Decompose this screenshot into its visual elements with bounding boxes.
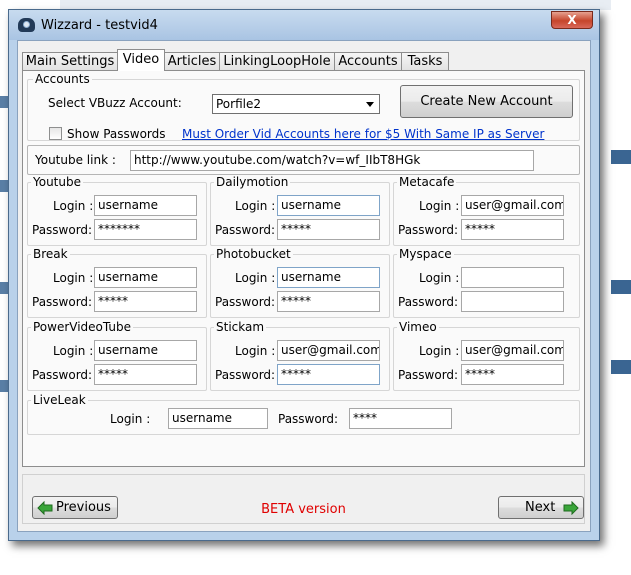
client-area: Main Settings Video Articles LinkingLoop… [17, 40, 591, 532]
login-label: Login : [419, 199, 460, 213]
tab-video[interactable]: Video [117, 49, 165, 71]
password-label: Password: [215, 223, 276, 237]
youtube-login-input[interactable]: username [94, 195, 197, 216]
photobucket-password-input[interactable]: ***** [277, 291, 380, 312]
order-accounts-link[interactable]: Must Order Vid Accounts here for $5 With… [182, 127, 544, 141]
window-title: Wizzard - testvid4 [41, 18, 158, 33]
show-passwords-checkbox[interactable] [49, 127, 62, 140]
stickam-password-input[interactable]: ***** [277, 364, 380, 385]
site-name: LiveLeak [31, 393, 88, 407]
login-label: Login : [235, 199, 276, 213]
site-name: Photobucket [214, 247, 293, 261]
wizard-footer: Previous BETA version Next [22, 474, 585, 524]
site-name: Myspace [397, 247, 454, 261]
account-select-value: Porfile2 [216, 97, 261, 111]
site-name: Dailymotion [214, 175, 291, 189]
login-label: Login : [419, 271, 460, 285]
password-label: Password: [215, 368, 276, 382]
background-strip [611, 150, 631, 164]
metacafe-password-input[interactable]: ***** [461, 219, 564, 240]
vimeo-password-input[interactable]: ***** [461, 364, 564, 385]
login-label: Login : [53, 344, 94, 358]
background-strip [611, 360, 631, 374]
site-name: Stickam [214, 320, 267, 334]
myspace-login-input[interactable] [461, 267, 564, 288]
password-label: Password: [398, 295, 459, 309]
next-button-label: Next [525, 500, 556, 515]
title-bar[interactable]: Wizzard - testvid4 X [9, 10, 599, 40]
next-button[interactable]: Next [498, 496, 584, 519]
chevron-down-icon [366, 102, 374, 107]
photobucket-login-input[interactable]: username [277, 267, 380, 288]
select-account-label: Select VBuzz Account: [48, 96, 182, 110]
video-panel: Accounts Select VBuzz Account: Porfile2 … [22, 70, 585, 467]
tab-tasks[interactable]: Tasks [401, 52, 449, 70]
site-name: Vimeo [397, 320, 439, 334]
site-name: Break [31, 247, 70, 261]
login-label: Login : [235, 344, 276, 358]
login-label: Login : [235, 271, 276, 285]
break-login-input[interactable]: username [94, 267, 197, 288]
dailymotion-login-input[interactable]: username [277, 195, 380, 216]
liveleak-login-input[interactable]: username [168, 408, 268, 429]
password-label: Password: [32, 368, 93, 382]
password-label: Password: [215, 295, 276, 309]
youtube-password-input[interactable]: ******* [94, 219, 197, 240]
powervideotube-login-input[interactable]: username [94, 340, 197, 361]
show-passwords-label: Show Passwords [67, 127, 166, 141]
break-password-input[interactable]: ***** [94, 291, 197, 312]
dailymotion-password-input[interactable]: ***** [277, 219, 380, 240]
login-label: Login : [53, 199, 94, 213]
liveleak-password-label: Password: [278, 412, 339, 426]
tab-main-settings[interactable]: Main Settings [22, 52, 118, 70]
site-name: PowerVideoTube [31, 320, 134, 334]
tab-linkingloophole[interactable]: LinkingLoopHole [219, 52, 335, 70]
password-label: Password: [32, 295, 93, 309]
password-label: Password: [32, 223, 93, 237]
site-name: Youtube [31, 175, 83, 189]
arrow-right-icon [563, 501, 579, 515]
site-name: Metacafe [397, 175, 457, 189]
create-account-button[interactable]: Create New Account [400, 85, 573, 118]
youtube-link-input[interactable]: http://www.youtube.com/watch?v=wf_IIbT8H… [130, 150, 534, 171]
myspace-password-input[interactable] [461, 291, 564, 312]
stickam-login-input[interactable]: user@gmail.com [277, 340, 380, 361]
password-label: Password: [398, 368, 459, 382]
close-button[interactable]: X [551, 11, 593, 29]
accounts-group-label: Accounts [33, 72, 92, 86]
password-label: Password: [398, 223, 459, 237]
liveleak-login-label: Login : [110, 412, 151, 426]
metacafe-login-input[interactable]: user@gmail.com [461, 195, 564, 216]
login-label: Login : [53, 271, 94, 285]
account-select[interactable]: Porfile2 [212, 94, 380, 114]
login-label: Login : [419, 344, 460, 358]
background-strip [611, 280, 631, 294]
tab-accounts[interactable]: Accounts [334, 52, 402, 70]
vimeo-login-input[interactable]: user@gmail.com [461, 340, 564, 361]
liveleak-password-input[interactable]: **** [349, 408, 452, 429]
youtube-link-label: Youtube link : [35, 153, 116, 167]
app-eye-icon [18, 18, 35, 32]
tab-articles[interactable]: Articles [164, 52, 220, 70]
powervideotube-password-input[interactable]: ***** [94, 364, 197, 385]
wizard-window: Wizzard - testvid4 X Main Settings Video… [8, 9, 600, 541]
